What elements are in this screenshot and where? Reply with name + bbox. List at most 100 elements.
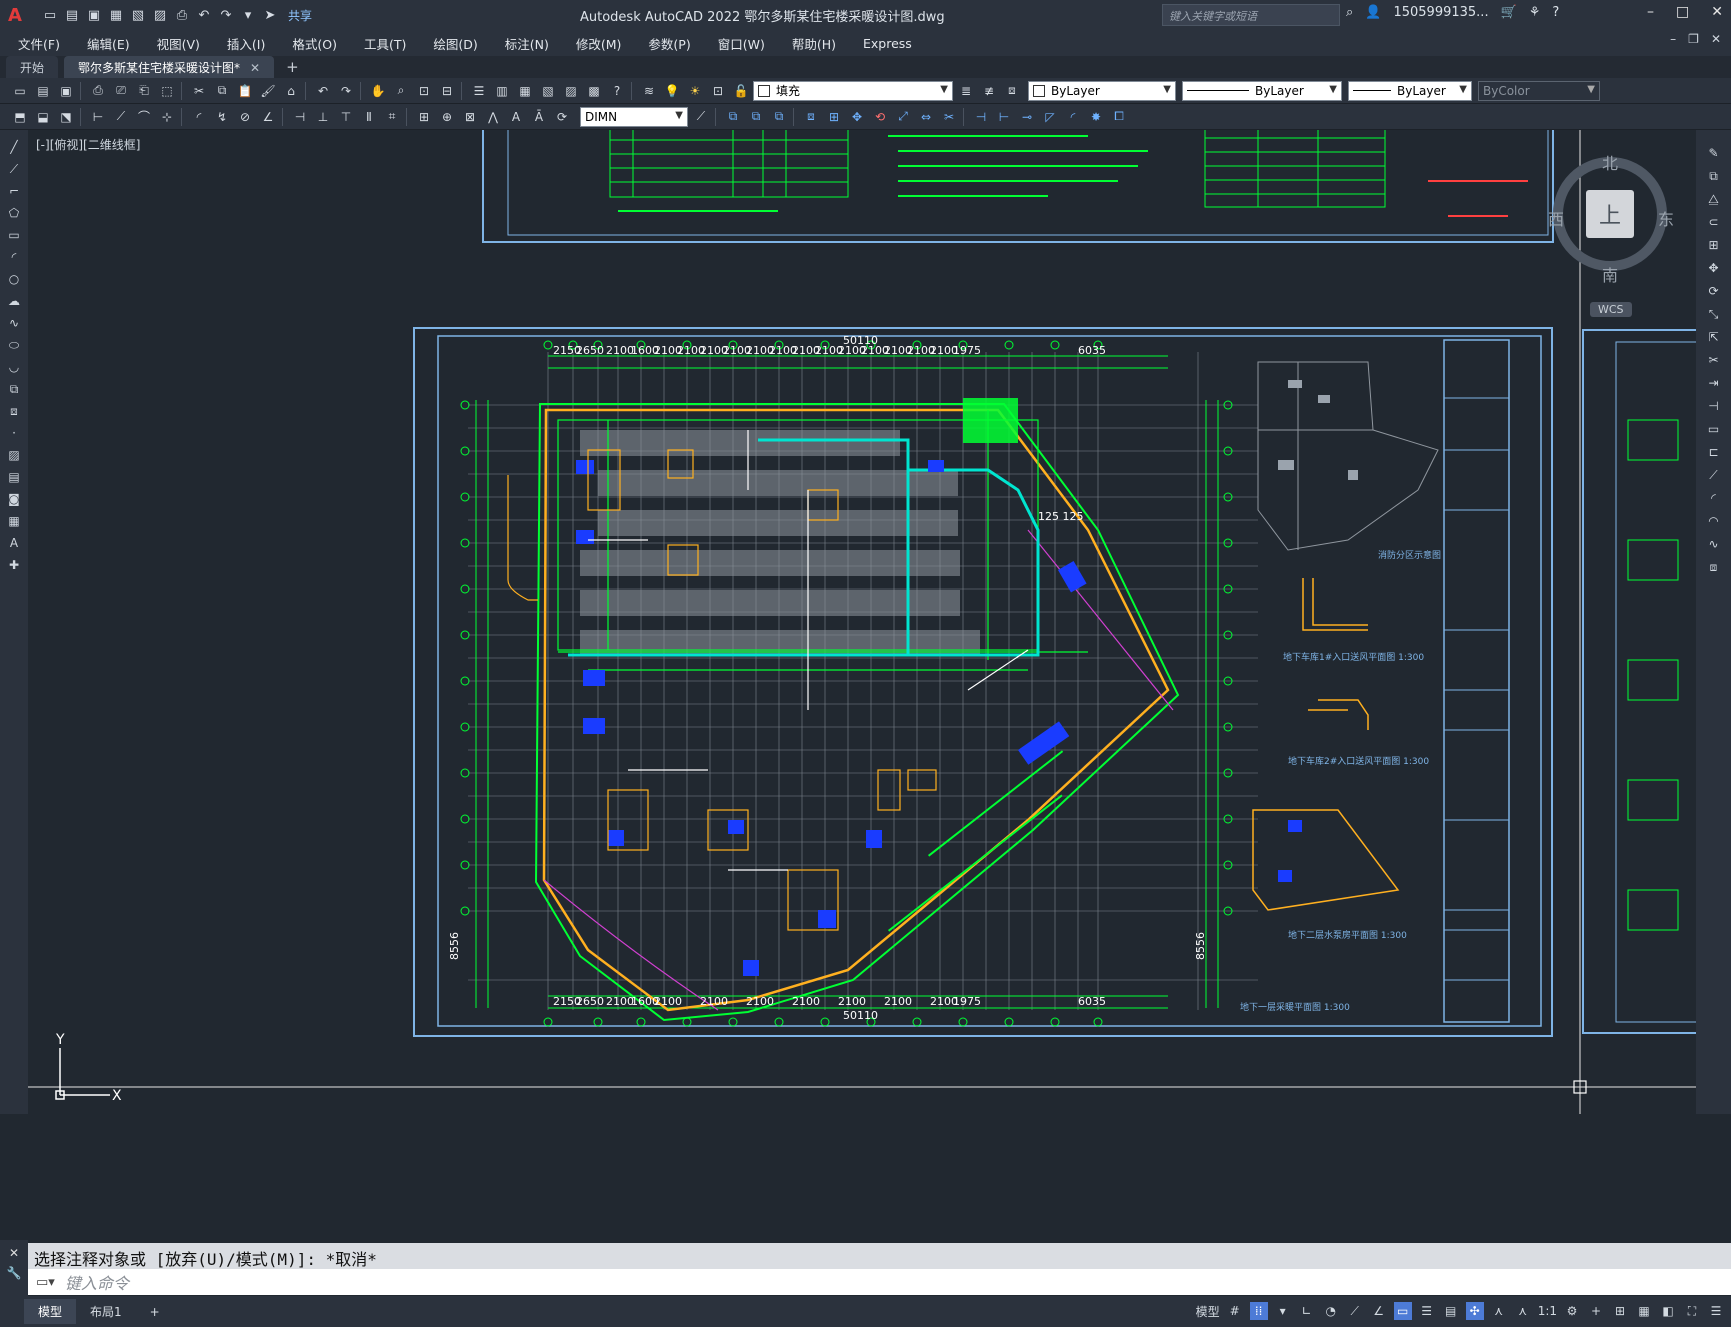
blend-icon[interactable]: ◠ [1703, 512, 1725, 530]
wcs-menu-button[interactable]: WCS [1590, 302, 1632, 317]
array-icon[interactable]: ⊞ [824, 107, 844, 127]
design-center-icon[interactable]: ▥ [492, 81, 512, 101]
make-current-layer-icon[interactable]: ≣ [956, 81, 976, 101]
color-dropdown[interactable]: ByLayer ▼ [1028, 80, 1176, 101]
region-icon[interactable]: ◙ [4, 490, 24, 508]
draw-order-icon[interactable]: ⬒ [10, 107, 30, 127]
auto-scale-icon[interactable]: ⋏ [1514, 1302, 1532, 1320]
lineweight-dropdown[interactable]: ByLayer ▼ [1348, 80, 1472, 101]
cart-icon[interactable]: 🛒 [1501, 5, 1517, 20]
annotation-monitor-icon[interactable]: + [1587, 1302, 1605, 1320]
chamfer-tool-icon[interactable]: ⟋ [1703, 466, 1725, 484]
plotstyle-dropdown[interactable]: ByColor ▼ [1478, 80, 1600, 101]
dim-edit-icon[interactable]: A [506, 107, 526, 127]
aligned-dimension-icon[interactable]: ⟋ [111, 107, 131, 127]
command-input-field[interactable]: ▭▾ 键入命令 [28, 1269, 1731, 1295]
insert-block-icon[interactable]: ⧉ [4, 380, 24, 398]
dimstyle-dropdown[interactable]: DIMN ▼ [580, 106, 688, 127]
menu-view[interactable]: 视图(V) [148, 34, 209, 53]
construction-line-icon[interactable]: ⟋ [4, 160, 24, 178]
dimstyle-manager-icon[interactable]: ⟋ [691, 107, 711, 127]
scale-tool-icon[interactable]: ⤡ [1703, 305, 1725, 323]
join-icon[interactable]: ⊸ [1017, 107, 1037, 127]
viewcube-west[interactable]: 西 [1548, 206, 1564, 230]
send-back-icon[interactable]: ⬔ [56, 107, 76, 127]
viewcube[interactable]: 北 南 东 西 上 [1548, 150, 1674, 290]
new-file-icon[interactable]: ▭ [40, 5, 60, 25]
continue-icon[interactable]: ⊤ [336, 107, 356, 127]
qnew-icon[interactable]: ▭ [10, 81, 30, 101]
undo-tool-icon[interactable]: ↶ [313, 81, 333, 101]
layer-lock-icon[interactable]: 🔓 [731, 81, 751, 101]
inspection-icon[interactable]: ⊠ [460, 107, 480, 127]
hatch-icon[interactable]: ▨ [4, 446, 24, 464]
command-customize-icon[interactable]: 🔧 [7, 1266, 22, 1280]
bring-front-icon[interactable]: ⬓ [33, 107, 53, 127]
spline-icon[interactable]: ∿ [4, 314, 24, 332]
user-account-name[interactable]: 1505999135... [1393, 5, 1488, 20]
drawing-canvas[interactable]: 2150 2650 2100 1600 2100 2100 2100 2100 … [28, 130, 1696, 1114]
snap-icon[interactable]: ⁞⁞ [1249, 1302, 1268, 1320]
join-tool-icon[interactable]: ⊏ [1703, 443, 1725, 461]
rotate-tool-icon[interactable]: ⟳ [1703, 282, 1725, 300]
offset-icon[interactable]: ⧈ [801, 107, 821, 127]
jogged-icon[interactable]: ↯ [212, 107, 232, 127]
stretch-tool-icon[interactable]: ⇱ [1703, 328, 1725, 346]
ordinate-icon[interactable]: ⊹ [157, 107, 177, 127]
minimize-button[interactable]: – [1647, 4, 1654, 20]
ortho-icon[interactable]: ∟ [1298, 1302, 1316, 1320]
menu-edit[interactable]: 编辑(E) [78, 34, 139, 53]
doc-minimize-icon[interactable]: – [1670, 32, 1676, 46]
break-icon[interactable]: ⊢ [994, 107, 1014, 127]
copy-icon[interactable]: ⧉ [212, 81, 232, 101]
layer-viewport-icon[interactable]: ⊡ [708, 81, 728, 101]
chamfer-icon[interactable]: ◸ [1040, 107, 1060, 127]
dim-break-icon[interactable]: ⌗ [382, 107, 402, 127]
tab-drawing[interactable]: 鄂尔多斯某住宅楼采暖设计图* ✕ [64, 56, 275, 78]
quick-properties-icon[interactable]: ▦ [1635, 1302, 1653, 1320]
properties-tool-icon[interactable]: ⧈ [1703, 558, 1725, 576]
cut-icon[interactable]: ✂ [189, 81, 209, 101]
plot-preview-icon[interactable]: ⎚ [111, 81, 131, 101]
circle-icon[interactable]: ○ [4, 270, 24, 288]
menu-help[interactable]: 帮助(H) [783, 34, 845, 53]
save-icon[interactable]: ▣ [84, 5, 104, 25]
isodraft-icon[interactable]: ⟋ [1346, 1302, 1364, 1320]
menu-express[interactable]: Express [854, 36, 921, 51]
match-properties-icon[interactable]: 🖌 [258, 81, 278, 101]
layer-states-icon[interactable]: ⧈ [1002, 81, 1022, 101]
help-tool-icon[interactable]: ? [607, 81, 627, 101]
jogged-linear-icon[interactable]: ⋀ [483, 107, 503, 127]
add-layout-button[interactable]: + [136, 1301, 174, 1323]
make-block-icon[interactable]: ⧈ [4, 402, 24, 420]
share-icon[interactable]: ➤ [260, 5, 280, 25]
zoom-previous-icon[interactable]: ⊟ [437, 81, 457, 101]
diameter-icon[interactable]: ⊘ [235, 107, 255, 127]
viewcube-south[interactable]: 南 [1602, 262, 1618, 286]
grid-icon[interactable]: # [1226, 1302, 1244, 1320]
save-tool-icon[interactable]: ▣ [56, 81, 76, 101]
command-close-icon[interactable]: ✕ [9, 1246, 19, 1260]
menu-insert[interactable]: 插入(I) [218, 34, 274, 53]
isolate-objects-icon[interactable]: ◧ [1659, 1302, 1677, 1320]
gradient-icon[interactable]: ▤ [4, 468, 24, 486]
viewport-controls-label[interactable]: [-][俯视][二维线框] [36, 136, 140, 153]
menu-file[interactable]: 文件(F) [9, 34, 69, 53]
workspace-gear-icon[interactable]: ⚙ [1563, 1302, 1581, 1320]
transparency-icon[interactable]: ▤ [1442, 1302, 1460, 1320]
polygon-icon[interactable]: ⬠ [4, 204, 24, 222]
share-button[interactable]: 共享 [288, 7, 312, 24]
trim-icon[interactable]: ✂ [939, 107, 959, 127]
search-icon[interactable]: ⌕ [1346, 5, 1353, 20]
quick-dimension-icon[interactable]: ⊣ [290, 107, 310, 127]
autodesk-app-icon[interactable]: ⚘ [1529, 5, 1541, 20]
markup-icon[interactable]: ▨ [561, 81, 581, 101]
viewcube-east[interactable]: 东 [1658, 206, 1674, 230]
copy-object-icon[interactable]: ⧉ [746, 107, 766, 127]
doc-close-icon[interactable]: ✕ [1711, 32, 1721, 46]
ellipse-icon[interactable]: ⬭ [4, 336, 24, 354]
tab-start[interactable]: 开始 [6, 56, 59, 78]
redo-icon[interactable]: ↷ [216, 5, 236, 25]
quick-calc-icon[interactable]: ▩ [584, 81, 604, 101]
explode-icon[interactable]: ✸ [1086, 107, 1106, 127]
